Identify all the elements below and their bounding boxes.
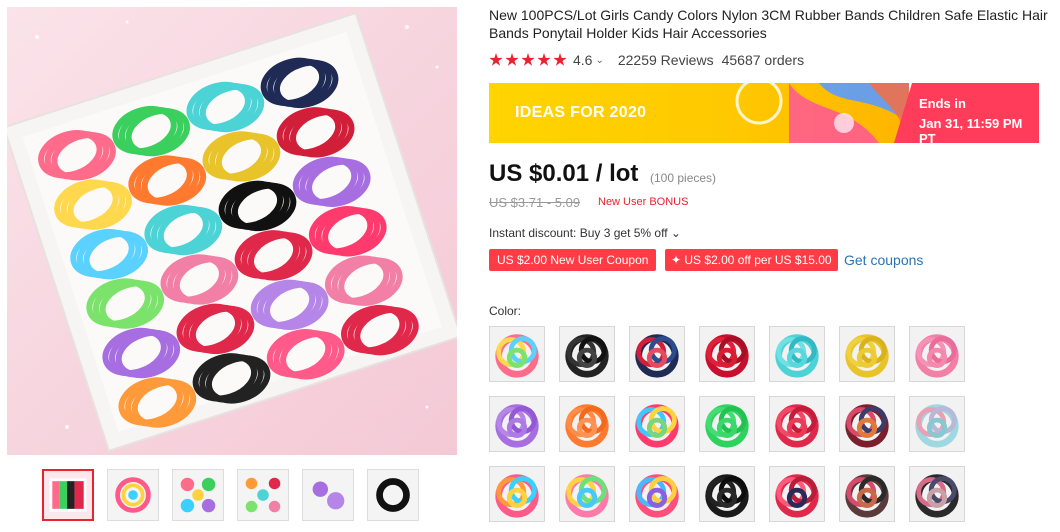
thumbnail-5[interactable]	[302, 469, 354, 521]
reviews-count[interactable]: 22259 Reviews	[618, 52, 714, 68]
instant-discount[interactable]: Instant discount: Buy 3 get 5% off ⌄	[489, 226, 681, 240]
promo-banner-left: IDEAS FOR 2020	[489, 83, 909, 143]
color-swatch-17[interactable]	[629, 466, 685, 522]
store-coupon-button[interactable]: ✦ US $2.00 off per US $15.00	[665, 249, 838, 271]
ends-date: Jan 31, 11:59 PM PT	[919, 116, 1023, 143]
chevron-down-icon[interactable]: ⌄	[595, 55, 603, 66]
star-icon	[489, 53, 503, 66]
ends-label: Ends in	[919, 96, 966, 111]
promo-banner[interactable]: IDEAS FOR 2020 Ends in Jan 31, 11:59 PM …	[489, 83, 1039, 143]
color-swatch-7[interactable]	[909, 326, 965, 382]
star-icon	[553, 53, 567, 66]
color-swatch-13[interactable]	[839, 396, 895, 452]
color-swatch-21[interactable]	[909, 466, 965, 522]
thumbnail-2[interactable]	[107, 469, 159, 521]
color-swatch-15[interactable]	[489, 466, 545, 522]
color-swatch-19[interactable]	[769, 466, 825, 522]
thumbnail-4[interactable]	[237, 469, 289, 521]
color-swatch-10[interactable]	[629, 396, 685, 452]
star-icon	[537, 53, 551, 66]
color-swatch-6[interactable]	[839, 326, 895, 382]
color-swatch-9[interactable]	[559, 396, 615, 452]
get-coupons-link[interactable]: Get coupons	[844, 252, 923, 268]
thumbnail-3[interactable]	[172, 469, 224, 521]
thumbnail-6[interactable]	[367, 469, 419, 521]
color-swatch-2[interactable]	[559, 326, 615, 382]
color-swatch-1[interactable]	[489, 326, 545, 382]
color-swatch-4[interactable]	[699, 326, 755, 382]
color-swatch-8[interactable]	[489, 396, 545, 452]
color-swatch-11[interactable]	[699, 396, 755, 452]
star-icon	[505, 53, 519, 66]
main-product-image[interactable]	[7, 7, 457, 455]
price: US $0.01 / lot	[489, 160, 639, 187]
color-swatch-20[interactable]	[839, 466, 895, 522]
new-user-coupon-button[interactable]: US $2.00 New User Coupon	[489, 249, 657, 271]
promo-timer: Ends in Jan 31, 11:59 PM PT	[894, 83, 1039, 143]
color-swatch-3[interactable]	[629, 326, 685, 382]
color-swatch-5[interactable]	[769, 326, 825, 382]
color-swatch-14[interactable]	[909, 396, 965, 452]
color-label: Color:	[489, 304, 522, 318]
rating-row: 4.6 ⌄ 22259 Reviews 45687 orders	[489, 51, 804, 69]
product-title: New 100PCS/Lot Girls Candy Colors Nylon …	[489, 7, 1048, 41]
color-swatch-16[interactable]	[559, 466, 615, 522]
star-icon	[521, 53, 535, 66]
rating-value[interactable]: 4.6	[573, 52, 592, 68]
new-user-bonus: New User BONUS	[598, 196, 689, 208]
color-swatch-12[interactable]	[769, 396, 825, 452]
orders-count: 45687 orders	[721, 52, 805, 68]
rating-stars	[489, 53, 567, 67]
pieces-count: (100 pieces)	[650, 171, 717, 185]
promo-text: IDEAS FOR 2020	[515, 104, 647, 121]
original-price: US $3.71 - 5.09	[489, 195, 581, 210]
thumbnail-1[interactable]	[42, 469, 94, 521]
color-swatch-18[interactable]	[699, 466, 755, 522]
